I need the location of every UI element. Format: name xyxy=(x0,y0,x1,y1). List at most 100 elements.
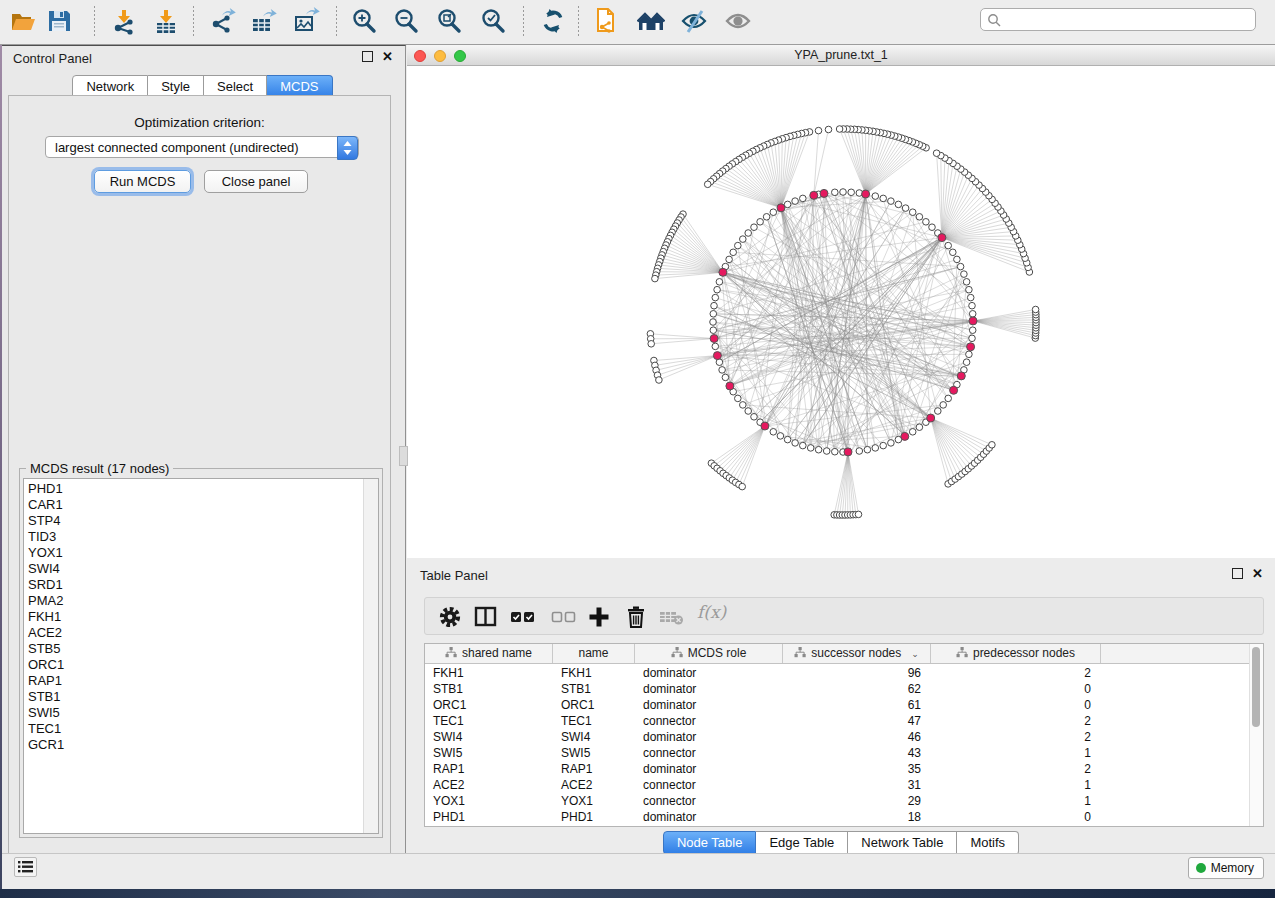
graph-node[interactable] xyxy=(740,236,747,243)
graph-leaf-node[interactable] xyxy=(656,377,663,384)
mcds-result-item[interactable]: SRD1 xyxy=(28,577,378,593)
graph-hub-node[interactable] xyxy=(901,432,909,440)
graph-node[interactable] xyxy=(923,219,930,226)
mcds-result-item[interactable]: STB1 xyxy=(28,689,378,705)
graph-node[interactable] xyxy=(895,201,902,208)
graph-node[interactable] xyxy=(800,195,807,202)
graph-leaf-node[interactable] xyxy=(933,150,940,157)
search-input[interactable] xyxy=(980,8,1256,31)
mcds-result-item[interactable]: TID3 xyxy=(28,529,378,545)
graph-hub-node[interactable] xyxy=(761,422,769,430)
refresh-view-icon[interactable] xyxy=(539,7,567,35)
zoom-fit-icon[interactable] xyxy=(435,7,463,35)
graph-node[interactable] xyxy=(945,395,952,402)
mcds-result-item[interactable]: GCR1 xyxy=(28,737,378,753)
graph-node[interactable] xyxy=(807,445,814,452)
show-graphics-details-icon[interactable] xyxy=(724,7,752,35)
delete-table-icon[interactable] xyxy=(659,605,685,633)
graph-node[interactable] xyxy=(735,395,742,402)
export-network-icon[interactable] xyxy=(209,7,237,35)
graph-node[interactable] xyxy=(710,311,717,318)
graph-node[interactable] xyxy=(740,402,747,409)
table-row[interactable]: TEC1TEC1connector472 xyxy=(425,713,1250,729)
graph-node[interactable] xyxy=(954,256,961,263)
splitter-handle[interactable] xyxy=(399,446,408,466)
graph-leaf-node[interactable] xyxy=(1032,306,1039,313)
graph-node[interactable] xyxy=(969,311,976,318)
graph-node[interactable] xyxy=(929,224,936,231)
run-mcds-button[interactable]: Run MCDS xyxy=(94,170,191,193)
graph-node[interactable] xyxy=(712,343,719,350)
table-row[interactable]: STB1STB1dominator620 xyxy=(425,681,1250,697)
import-table-icon[interactable] xyxy=(152,7,180,35)
mcds-result-item[interactable]: STB5 xyxy=(28,641,378,657)
table-options-icon[interactable] xyxy=(438,604,462,634)
graph-hub-node[interactable] xyxy=(967,343,975,351)
column-header-shared-name[interactable]: shared name xyxy=(425,644,553,663)
graph-node[interactable] xyxy=(719,367,726,374)
zoom-out-icon[interactable] xyxy=(392,7,420,35)
column-header-MCDS-role[interactable]: MCDS role xyxy=(635,644,783,663)
mcds-result-item[interactable]: SWI5 xyxy=(28,705,378,721)
zoom-in-icon[interactable] xyxy=(350,7,378,35)
open-session-from-url-icon[interactable] xyxy=(592,7,620,35)
save-session-icon[interactable] xyxy=(45,7,73,35)
column-header-successor-nodes[interactable]: successor nodes⌄ xyxy=(783,644,931,663)
mcds-result-item[interactable]: ACE2 xyxy=(28,625,378,641)
graph-leaf-node[interactable] xyxy=(704,181,711,188)
graph-node[interactable] xyxy=(864,446,871,453)
graph-node[interactable] xyxy=(716,279,723,286)
table-row[interactable]: RAP1RAP1dominator352 xyxy=(425,761,1250,777)
graph-hub-node[interactable] xyxy=(844,448,852,456)
graph-leaf-node[interactable] xyxy=(648,341,655,348)
add-column-icon[interactable] xyxy=(587,605,611,633)
graph-hub-node[interactable] xyxy=(938,234,946,242)
graph-node[interactable] xyxy=(730,249,737,256)
graph-node[interactable] xyxy=(823,448,830,455)
graph-leaf-node[interactable] xyxy=(652,275,659,282)
table-row[interactable]: YOX1YOX1connector291 xyxy=(425,793,1250,809)
mcds-result-item[interactable]: PMA2 xyxy=(28,593,378,609)
table-row[interactable]: SWI4SWI4dominator462 xyxy=(425,729,1250,745)
graph-node[interactable] xyxy=(963,279,970,286)
graph-leaf-node[interactable] xyxy=(855,511,862,518)
show-column-panel-icon[interactable] xyxy=(474,605,498,633)
graph-node[interactable] xyxy=(966,286,973,293)
graph-node[interactable] xyxy=(872,445,879,452)
hide-graphics-details-icon[interactable] xyxy=(680,7,708,35)
tab-network-table[interactable]: Network Table xyxy=(848,831,957,855)
graph-node[interactable] xyxy=(969,335,976,342)
graph-node[interactable] xyxy=(840,189,847,196)
graph-hub-node[interactable] xyxy=(777,204,785,212)
mcds-result-item[interactable]: CAR1 xyxy=(28,497,378,513)
column-header-name[interactable]: name xyxy=(553,644,635,663)
graph-node[interactable] xyxy=(726,256,733,263)
graph-node[interactable] xyxy=(935,408,942,415)
mcds-result-item[interactable]: RAP1 xyxy=(28,673,378,689)
mcds-result-item[interactable]: SWI4 xyxy=(28,561,378,577)
graph-node[interactable] xyxy=(735,242,742,249)
table-row[interactable]: SWI5SWI5connector431 xyxy=(425,745,1250,761)
graph-hub-node[interactable] xyxy=(713,352,721,360)
graph-node[interactable] xyxy=(745,230,752,237)
graph-node[interactable] xyxy=(757,219,764,226)
graph-node[interactable] xyxy=(745,408,752,415)
table-row[interactable]: PHD1PHD1dominator180 xyxy=(425,809,1250,825)
graph-leaf-node[interactable] xyxy=(739,483,746,490)
graph-node[interactable] xyxy=(711,302,718,309)
graph-node[interactable] xyxy=(856,448,863,455)
float-panel-icon[interactable] xyxy=(362,51,373,62)
graph-leaf-node[interactable] xyxy=(989,442,996,449)
mcds-result-item[interactable]: STP4 xyxy=(28,513,378,529)
mcds-list-scrollbar[interactable] xyxy=(363,479,378,833)
graph-node[interactable] xyxy=(888,198,895,205)
mcds-result-list[interactable]: PHD1CAR1STP4TID3YOX1SWI4SRD1PMA2FKH1ACE2… xyxy=(23,478,379,834)
graph-hub-node[interactable] xyxy=(719,268,727,276)
graph-hub-node[interactable] xyxy=(950,386,958,394)
close-panel-icon[interactable]: ✕ xyxy=(382,51,393,62)
graph-node[interactable] xyxy=(966,351,973,358)
graph-node[interactable] xyxy=(969,302,976,309)
graph-node[interactable] xyxy=(832,448,839,455)
mcds-result-item[interactable]: FKH1 xyxy=(28,609,378,625)
graph-node[interactable] xyxy=(815,446,822,453)
